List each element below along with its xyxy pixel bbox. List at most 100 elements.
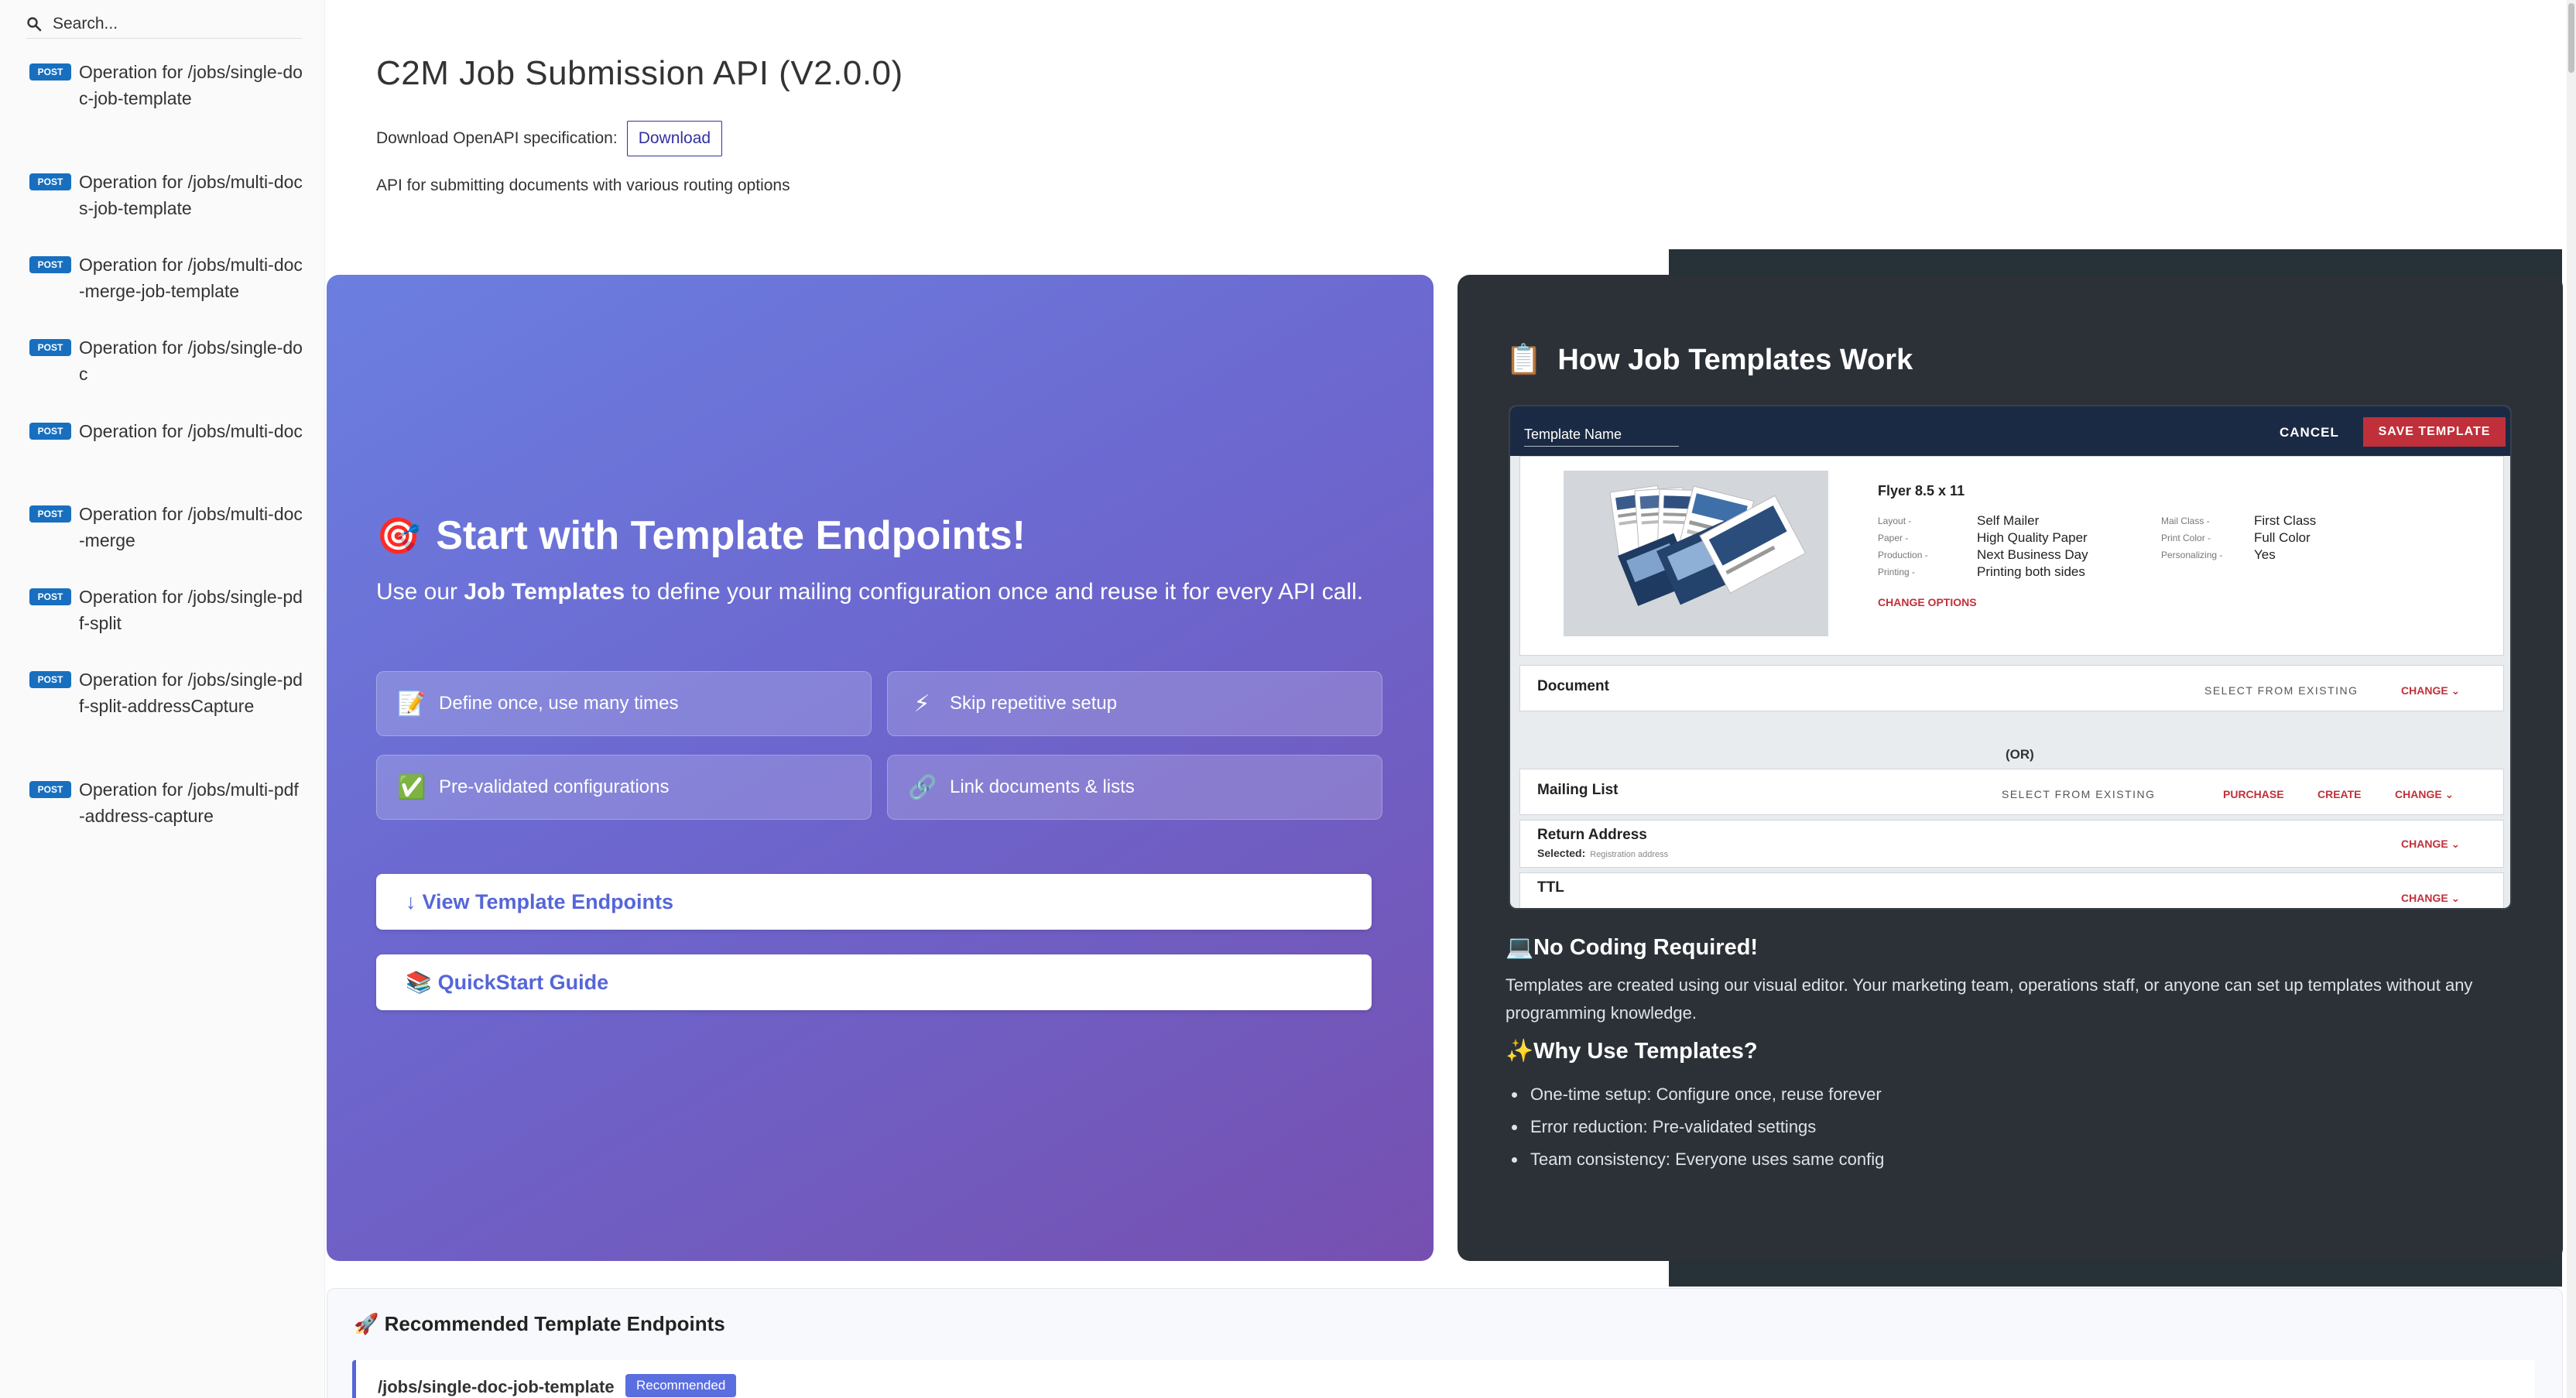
- spec-value: Yes: [2254, 547, 2276, 562]
- product-summary: Flyer 8.5 x 11 Layout - Paper - Producti…: [1519, 456, 2504, 656]
- feature-skip-setup: ⚡ Skip repetitive setup: [887, 671, 1382, 736]
- sidebar-item-multi-doc[interactable]: POST Operation for /jobs/multi-doc: [29, 418, 308, 444]
- sidebar-item-multi-docs-job-template[interactable]: POST Operation for /jobs/multi-docs-job-…: [29, 169, 308, 221]
- why-templates-list: One-time setup: Configure once, reuse fo…: [1506, 1078, 1884, 1176]
- change-link: CHANGE ⌄: [2395, 788, 2454, 800]
- sidebar-item-label: Operation for /jobs/single-pdf-split: [79, 587, 303, 633]
- change-label: CHANGE: [2401, 684, 2448, 697]
- select-existing: SELECT FROM EXISTING: [2002, 788, 2156, 800]
- template-name-field: Template Name: [1524, 427, 1679, 447]
- list-item: Team consistency: Everyone uses same con…: [1506, 1143, 1884, 1176]
- post-badge: POST: [29, 588, 71, 605]
- spec-label: Layout -: [1878, 516, 1912, 526]
- how-templates-card: 📋 How Job Templates Work Template Name C…: [1458, 275, 2563, 1261]
- sidebar: POST Operation for /jobs/single-doc-job-…: [0, 0, 325, 1398]
- arrow-down-icon: ↓: [406, 889, 416, 913]
- sidebar-item-label: Operation for /jobs/multi-docs-job-templ…: [79, 172, 303, 218]
- page-scrollbar[interactable]: [2567, 0, 2576, 1398]
- post-badge: POST: [29, 256, 71, 273]
- post-badge: POST: [29, 781, 71, 798]
- sidebar-item-label: Operation for /jobs/single-doc: [79, 338, 303, 384]
- feature-pre-validated: ✅ Pre-validated configurations: [376, 755, 872, 820]
- sidebar-item-multi-pdf-address-capture[interactable]: POST Operation for /jobs/multi-pdf-addre…: [29, 776, 308, 829]
- post-badge: POST: [29, 671, 71, 688]
- sidebar-item-single-doc[interactable]: POST Operation for /jobs/single-doc: [29, 334, 308, 387]
- recommended-title: 🚀 Recommended Template Endpoints: [354, 1312, 725, 1335]
- sidebar-item-multi-doc-merge[interactable]: POST Operation for /jobs/multi-doc-merge: [29, 501, 308, 553]
- change-link: CHANGE ⌄: [2401, 838, 2461, 850]
- document-row: Document SELECT FROM EXISTING CHANGE ⌄: [1519, 665, 2504, 711]
- api-description: API for submitting documents with variou…: [376, 176, 790, 194]
- selected-value: Registration address: [1590, 850, 1669, 859]
- create-link: CREATE: [2317, 788, 2362, 800]
- spec-value: Full Color: [2254, 530, 2311, 545]
- sidebar-item-multi-doc-merge-job-template[interactable]: POST Operation for /jobs/multi-doc-merge…: [29, 252, 308, 304]
- flyer-stack-illustration: [1564, 471, 1828, 636]
- change-link: CHANGE ⌄: [2401, 892, 2461, 904]
- hero-subtitle: Use our Job Templates to define your mai…: [376, 579, 1363, 605]
- how-title-text: How Job Templates Work: [1557, 343, 1913, 376]
- return-address-label: Return Address: [1537, 827, 1647, 843]
- sidebar-item-label: Operation for /jobs/multi-doc-merge-job-…: [79, 255, 303, 301]
- spec-label: Printing -: [1878, 567, 1916, 577]
- document-label: Document: [1537, 678, 1609, 694]
- memo-icon: 📝: [397, 690, 426, 717]
- hero-subtitle-pre: Use our: [376, 579, 464, 605]
- how-title: 📋 How Job Templates Work: [1506, 343, 1913, 377]
- recommended-endpoints-section: 🚀 Recommended Template Endpoints /jobs/s…: [327, 1288, 2563, 1398]
- recommended-endpoint-item[interactable]: /jobs/single-doc-job-template Recommende…: [352, 1360, 2535, 1398]
- sidebar-item-label: Operation for /jobs/single-doc-job-templ…: [79, 62, 303, 108]
- spec-label: Print Color -: [2161, 533, 2211, 543]
- flyer-name: Flyer 8.5 x 11: [1878, 483, 1965, 499]
- flyer-preview-image: [1564, 471, 1828, 636]
- change-label: CHANGE: [2395, 788, 2442, 800]
- button-label: View Template Endpoints: [422, 889, 674, 913]
- scrollbar-thumb[interactable]: [2568, 3, 2574, 73]
- change-link: CHANGE ⌄: [2401, 684, 2461, 697]
- purchase-link: PURCHASE: [2223, 788, 2284, 800]
- selected-label: Selected:: [1537, 847, 1586, 859]
- sidebar-item-single-pdf-split[interactable]: POST Operation for /jobs/single-pdf-spli…: [29, 584, 308, 636]
- mailing-list-label: Mailing List: [1537, 782, 1619, 798]
- sidebar-item-label: Operation for /jobs/multi-doc-merge: [79, 504, 303, 550]
- view-template-endpoints-button[interactable]: ↓ View Template Endpoints: [376, 874, 1372, 930]
- hero-subtitle-post: to define your mailing configuration onc…: [625, 579, 1364, 605]
- feature-label: Pre-validated configurations: [439, 776, 670, 797]
- ttl-row: TTL CHANGE ⌄: [1519, 872, 2504, 908]
- template-editor-preview: Template Name CANCEL SAVE TEMPLATE Flyer…: [1509, 405, 2512, 910]
- search-input[interactable]: [53, 14, 285, 33]
- target-icon: 🎯: [376, 515, 421, 556]
- recommended-badge: Recommended: [625, 1374, 737, 1397]
- spec-value: Printing both sides: [1977, 564, 2085, 579]
- return-address-row: Return Address Selected: Registration add…: [1519, 820, 2504, 868]
- spec-value: First Class: [2254, 513, 2317, 528]
- hero-title-text: Start with Template Endpoints!: [436, 513, 1026, 558]
- books-icon: 📚: [406, 971, 432, 994]
- download-label: Download OpenAPI specification:: [376, 129, 618, 147]
- spec-label: Personalizing -: [2161, 550, 2223, 560]
- select-existing: SELECT FROM EXISTING: [2204, 684, 2358, 697]
- spec-label: Paper -: [1878, 533, 1909, 543]
- change-label: CHANGE: [2401, 892, 2448, 904]
- search-box[interactable]: [26, 9, 302, 39]
- post-badge: POST: [29, 423, 71, 440]
- sidebar-item-single-pdf-split-addresscapture[interactable]: POST Operation for /jobs/single-pdf-spli…: [29, 666, 308, 719]
- sidebar-item-label: Operation for /jobs/multi-doc: [79, 421, 303, 441]
- spec-value: Next Business Day: [1977, 547, 2088, 562]
- endpoint-path: /jobs/single-doc-job-template: [378, 1377, 615, 1396]
- button-label: QuickStart Guide: [437, 970, 609, 994]
- editor-cancel: CANCEL: [2280, 425, 2339, 440]
- hero-subtitle-bold: Job Templates: [464, 579, 625, 605]
- download-button[interactable]: Download: [626, 121, 723, 156]
- list-item: One-time setup: Configure once, reuse fo…: [1506, 1078, 1884, 1111]
- change-label: CHANGE: [2401, 838, 2448, 850]
- page-title: C2M Job Submission API (V2.0.0): [376, 54, 903, 92]
- quickstart-guide-button[interactable]: 📚 QuickStart Guide: [376, 954, 1372, 1010]
- search-icon: [27, 16, 42, 31]
- post-badge: POST: [29, 63, 71, 81]
- editor-toolbar: Template Name CANCEL SAVE TEMPLATE: [1510, 406, 2510, 456]
- hero-title: 🎯 Start with Template Endpoints!: [376, 512, 1026, 559]
- why-templates-heading: ✨Why Use Templates?: [1506, 1039, 1758, 1064]
- sidebar-item-single-doc-job-template[interactable]: POST Operation for /jobs/single-doc-job-…: [29, 59, 308, 111]
- feature-link-documents: 🔗 Link documents & lists: [887, 755, 1382, 820]
